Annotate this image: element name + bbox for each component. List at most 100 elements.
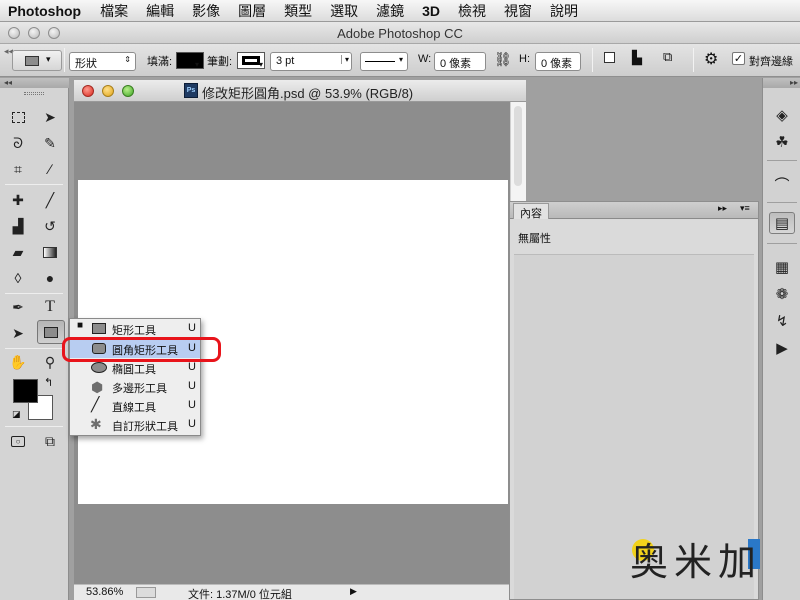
marquee-tool[interactable] — [6, 106, 30, 128]
pen-tool[interactable]: ✒ — [6, 296, 30, 318]
menu-edit[interactable]: 編輯 — [137, 1, 183, 21]
divider — [592, 48, 593, 72]
close-document-button[interactable] — [82, 85, 94, 97]
stroke-width-field[interactable]: 3 pt ▾ — [270, 52, 352, 71]
quick-selection-tool[interactable]: ✎ — [38, 132, 62, 154]
flyout-item-shortcut: U — [188, 418, 196, 430]
width-field[interactable]: 0 像素 — [434, 52, 486, 71]
minimize-document-button[interactable] — [102, 85, 114, 97]
gradient-tool[interactable] — [38, 241, 62, 263]
properties-panel-button[interactable]: ▤ — [769, 212, 795, 234]
zoom-level[interactable]: 53.86% — [86, 586, 123, 598]
grid-icon: ▦ — [774, 259, 790, 276]
hand-tool[interactable]: ✋ — [6, 351, 30, 373]
custom-shape-icon: ✱ — [90, 416, 102, 432]
panel-menu-icon[interactable]: ▾≡ — [740, 203, 750, 214]
history-brush-tool[interactable]: ↺ — [38, 215, 62, 237]
scrollbar-thumb[interactable] — [514, 106, 522, 186]
gear-icon[interactable]: ⚙ — [704, 49, 718, 69]
blur-tool[interactable]: ◊ — [6, 267, 30, 289]
menu-3d[interactable]: 3D — [413, 3, 449, 19]
dock-expand-icon[interactable]: ▸▸ — [763, 78, 800, 88]
shape-tools-flyout: ■ 矩形工具 U 圓角矩形工具 U 橢圓工具 U ⬢ 多邊形工具 U ╱ 直線工… — [69, 318, 201, 436]
history-panel-button[interactable]: ↯ — [769, 310, 795, 332]
tab-properties[interactable]: 內容 — [513, 203, 549, 220]
droplet-icon: ◊ — [14, 270, 22, 286]
layers-panel-button[interactable]: ◈ — [769, 104, 795, 126]
brush-tool[interactable]: ╱ — [38, 189, 62, 211]
palette-icon: ❁ — [775, 286, 789, 303]
zoom-document-button[interactable] — [122, 85, 134, 97]
crop-tool[interactable]: ⌗ — [6, 158, 30, 180]
swatches-panel-button[interactable]: ▦ — [769, 256, 795, 278]
paths-panel-button[interactable]: ⌒ — [769, 173, 795, 195]
menu-select[interactable]: 選取 — [321, 1, 367, 21]
line-icon: ╱ — [91, 396, 100, 412]
path-alignment-icon[interactable]: ▙ — [632, 50, 642, 66]
layers-icon: ◈ — [776, 107, 788, 124]
move-tool[interactable]: ➤ — [38, 106, 62, 128]
quick-mask-button[interactable]: ○ — [6, 430, 30, 452]
align-edges-label: 對齊邊緣 — [749, 56, 793, 68]
foreground-color-swatch-top[interactable] — [13, 379, 38, 403]
rectangle-tool[interactable] — [37, 320, 65, 344]
flyout-item-shortcut: U — [188, 361, 196, 373]
shape-mode-value: 形狀 — [75, 58, 97, 70]
menu-window[interactable]: 視窗 — [495, 1, 541, 21]
psd-file-icon: Ps — [184, 83, 198, 98]
collapse-panel-icon[interactable]: ▸▸ — [718, 203, 727, 214]
menu-view[interactable]: 檢視 — [449, 1, 495, 21]
rectangle-icon — [92, 323, 106, 334]
actions-panel-button[interactable]: ▶ — [769, 337, 795, 359]
path-selection-tool[interactable]: ➤ — [6, 322, 30, 344]
menu-help[interactable]: 說明 — [541, 1, 587, 21]
status-menu-arrow-icon[interactable]: ▶ — [350, 586, 357, 597]
flyout-item-custom-shape[interactable]: ✱ 自訂形狀工具 U — [70, 415, 200, 434]
flyout-item-rectangle[interactable]: ■ 矩形工具 U — [70, 319, 200, 338]
align-edges-checkbox[interactable]: ✓ — [732, 52, 745, 65]
screen-mode-button[interactable]: ⧉ — [38, 430, 62, 452]
path-arrangement-icon[interactable]: ⧉ — [663, 49, 672, 65]
status-preview-icon[interactable] — [136, 587, 156, 598]
tool-preset-picker[interactable]: ▾ — [12, 50, 62, 71]
swap-colors-icon[interactable]: ↰ — [44, 376, 53, 389]
paths-icon: ⌒ — [774, 176, 790, 194]
dodge-tool[interactable]: ● — [38, 267, 62, 289]
updown-arrows-icon: ⇕ — [124, 55, 131, 64]
eraser-tool[interactable]: ▰ — [6, 241, 30, 263]
brush-icon: ╱ — [45, 191, 55, 208]
app-menu[interactable]: Photoshop — [0, 3, 91, 19]
menu-layer[interactable]: 圖層 — [229, 1, 275, 21]
path-operations-icon[interactable] — [604, 52, 615, 63]
flyout-item-label: 橢圓工具 — [112, 364, 156, 376]
flyout-item-polygon[interactable]: ⬢ 多邊形工具 U — [70, 377, 200, 396]
eyedropper-icon: ∕ — [48, 161, 52, 177]
zoom-tool[interactable]: ⚲ — [38, 351, 62, 373]
clone-stamp-tool[interactable]: ▟ — [6, 215, 30, 237]
type-tool[interactable]: T — [38, 296, 62, 318]
chevron-down-icon: ▾ — [195, 60, 200, 69]
height-field[interactable]: 0 像素 — [535, 52, 581, 71]
healing-brush-tool[interactable]: ✚ — [6, 189, 30, 211]
fill-swatch[interactable] — [176, 52, 204, 69]
history-icon: ↯ — [775, 313, 789, 330]
menu-bar: Photoshop 檔案 編輯 影像 圖層 類型 選取 濾鏡 3D 檢視 視窗 … — [0, 0, 800, 22]
menu-filter[interactable]: 濾鏡 — [367, 1, 413, 21]
shape-mode-select[interactable]: 形狀 ⇕ — [69, 52, 136, 71]
panel-collapse-icon[interactable]: ◂◂ — [0, 78, 69, 88]
menu-file[interactable]: 檔案 — [91, 1, 137, 21]
stroke-type-select[interactable]: ▾ — [360, 52, 408, 71]
color-panel-button[interactable]: ❁ — [769, 283, 795, 305]
channels-panel-button[interactable]: ☘ — [769, 131, 795, 153]
height-value: 0 像素 — [541, 58, 573, 70]
menu-type[interactable]: 類型 — [275, 1, 321, 21]
fill-label: 填滿: — [147, 56, 173, 68]
stroke-label: 筆劃: — [207, 56, 233, 68]
menu-image[interactable]: 影像 — [183, 1, 229, 21]
default-colors-icon[interactable]: ◪ — [12, 409, 21, 420]
panel-grip — [24, 92, 44, 95]
eyedropper-tool[interactable]: ∕ — [38, 158, 62, 180]
flyout-item-line[interactable]: ╱ 直線工具 U — [70, 396, 200, 415]
lasso-tool[interactable]: ᘐ — [6, 132, 30, 154]
link-icon[interactable]: ⛓ — [494, 51, 512, 68]
